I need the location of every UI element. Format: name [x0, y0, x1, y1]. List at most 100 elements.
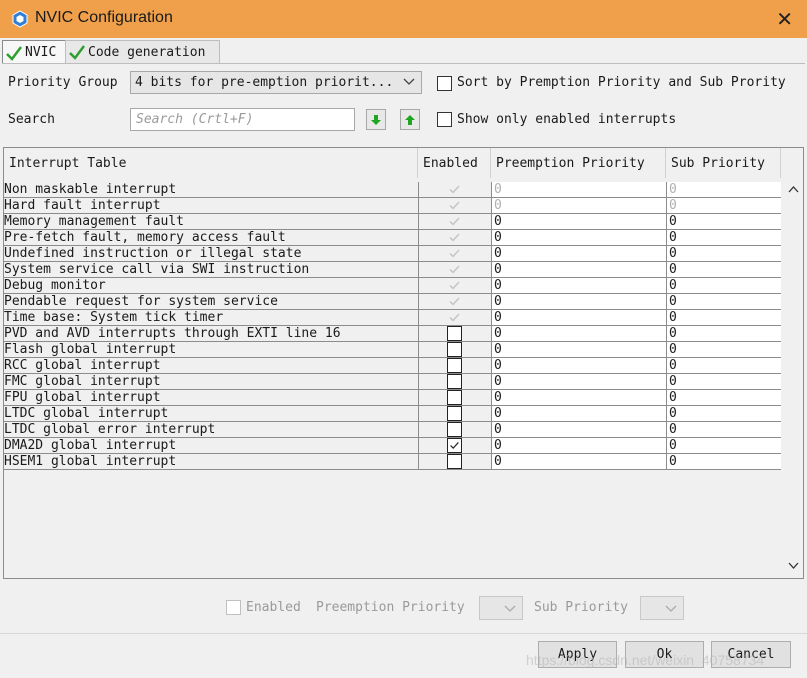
header-preemption-priority[interactable]: Preemption Priority: [491, 148, 666, 178]
preemption-priority-select[interactable]: [479, 596, 523, 620]
sub-priority-cell[interactable]: 0: [666, 406, 781, 421]
table-row[interactable]: LTDC global interrupt 0 0: [4, 406, 781, 422]
enabled-checkbox: [447, 278, 462, 293]
preemption-priority-cell[interactable]: 0: [491, 342, 666, 357]
show-enabled-checkbox[interactable]: [437, 112, 452, 127]
previous-result-button[interactable]: [400, 109, 420, 130]
table-row[interactable]: Non maskable interrupt 0 0: [4, 182, 781, 198]
search-input[interactable]: [130, 108, 355, 131]
tab-nvic[interactable]: NVIC: [2, 40, 70, 64]
sub-priority-select[interactable]: [640, 596, 684, 620]
scroll-down-icon[interactable]: [788, 562, 799, 570]
sub-priority-cell[interactable]: 0: [666, 310, 781, 325]
preemption-priority-cell[interactable]: 0: [491, 262, 666, 277]
sub-priority-cell[interactable]: 0: [666, 198, 781, 213]
interrupt-name: Pre-fetch fault, memory access fault: [4, 230, 286, 245]
enabled-checkbox[interactable]: [447, 422, 462, 437]
tab-code-generation[interactable]: Code generation: [65, 40, 220, 63]
sub-priority-cell[interactable]: 0: [666, 438, 781, 453]
sub-priority-cell[interactable]: 0: [666, 390, 781, 405]
preemption-priority-cell[interactable]: 0: [491, 406, 666, 421]
enabled-checkbox[interactable]: [447, 374, 462, 389]
sub-priority-cell[interactable]: 0: [666, 182, 781, 197]
sub-priority-cell[interactable]: 0: [666, 374, 781, 389]
table-row[interactable]: Pre-fetch fault, memory access fault 0 0: [4, 230, 781, 246]
enabled-cell: [418, 406, 491, 421]
header-sub-priority[interactable]: Sub Priority: [666, 148, 781, 178]
preemption-priority-cell[interactable]: 0: [491, 326, 666, 341]
preemption-priority-cell[interactable]: 0: [491, 438, 666, 453]
table-row[interactable]: Debug monitor 0 0: [4, 278, 781, 294]
enabled-checkbox[interactable]: [447, 326, 462, 341]
interrupt-name: FPU global interrupt: [4, 390, 161, 405]
sub-priority-cell[interactable]: 0: [666, 422, 781, 437]
preemption-priority-cell[interactable]: 0: [491, 230, 666, 245]
table-row[interactable]: RCC global interrupt 0 0: [4, 358, 781, 374]
sub-priority-cell[interactable]: 0: [666, 358, 781, 373]
enabled-checkbox[interactable]: [447, 358, 462, 373]
preemption-priority-cell[interactable]: 0: [491, 198, 666, 213]
table-row[interactable]: Undefined instruction or illegal state 0 0: [4, 246, 781, 262]
table-row[interactable]: Memory management fault 0 0: [4, 214, 781, 230]
table-row[interactable]: HSEM1 global interrupt 0 0: [4, 454, 781, 470]
enabled-cell: [418, 246, 491, 261]
sub-priority-cell[interactable]: 0: [666, 454, 781, 469]
preemption-priority-cell[interactable]: 0: [491, 390, 666, 405]
arrow-up-green-icon: [405, 114, 415, 125]
sub-priority-cell[interactable]: 0: [666, 278, 781, 293]
green-check-icon: [6, 45, 22, 61]
cancel-button[interactable]: Cancel: [711, 641, 791, 668]
preemption-priority-cell[interactable]: 0: [491, 214, 666, 229]
preemption-priority-cell[interactable]: 0: [491, 246, 666, 261]
apply-button[interactable]: Apply: [538, 641, 617, 668]
interrupt-name: Pendable request for system service: [4, 294, 278, 309]
enabled-cell: [418, 230, 491, 245]
table-row[interactable]: Flash global interrupt 0 0: [4, 342, 781, 358]
preemption-priority-cell[interactable]: 0: [491, 358, 666, 373]
enabled-checkbox: [447, 198, 462, 213]
sub-priority-cell[interactable]: 0: [666, 326, 781, 341]
cube-app-icon: [12, 10, 28, 28]
table-row[interactable]: DMA2D global interrupt 0 0: [4, 438, 781, 454]
preemption-priority-cell[interactable]: 0: [491, 278, 666, 293]
table-row[interactable]: System service call via SWI instruction 0…: [4, 262, 781, 278]
sub-priority-cell[interactable]: 0: [666, 262, 781, 277]
scroll-up-icon[interactable]: [788, 185, 799, 193]
enabled-checkbox[interactable]: [447, 342, 462, 357]
table-row[interactable]: FMC global interrupt 0 0: [4, 374, 781, 390]
sub-priority-cell[interactable]: 0: [666, 246, 781, 261]
enabled-cell: [418, 438, 491, 453]
sub-priority-cell[interactable]: 0: [666, 294, 781, 309]
enabled-checkbox[interactable]: [447, 406, 462, 421]
enabled-checkbox[interactable]: [447, 390, 462, 405]
show-enabled-label: Show only enabled interrupts: [457, 112, 677, 127]
sub-priority-cell[interactable]: 0: [666, 214, 781, 229]
vertical-scrollbar[interactable]: [784, 178, 803, 578]
table-row[interactable]: PVD and AVD interrupts through EXTI line…: [4, 326, 781, 342]
priority-group-select[interactable]: 4 bits for pre-emption priorit...: [130, 71, 422, 94]
table-row[interactable]: Hard fault interrupt 0 0: [4, 198, 781, 214]
interrupt-name: Undefined instruction or illegal state: [4, 246, 302, 261]
header-enabled[interactable]: Enabled: [418, 148, 491, 178]
sub-priority-cell[interactable]: 0: [666, 230, 781, 245]
table-row[interactable]: Time base: System tick timer 0 0: [4, 310, 781, 326]
enabled-checkbox[interactable]: [447, 438, 462, 453]
preemption-priority-cell[interactable]: 0: [491, 294, 666, 309]
preemption-priority-cell[interactable]: 0: [491, 454, 666, 469]
sort-checkbox[interactable]: [437, 76, 452, 91]
preemption-priority-cell[interactable]: 0: [491, 310, 666, 325]
table-row[interactable]: Pendable request for system service 0 0: [4, 294, 781, 310]
header-interrupt-table[interactable]: Interrupt Table: [4, 148, 418, 178]
next-result-button[interactable]: [366, 109, 386, 130]
selected-enabled-checkbox[interactable]: [226, 600, 241, 615]
tab-code-generation-label: Code generation: [88, 44, 206, 60]
enabled-checkbox[interactable]: [447, 454, 462, 469]
sub-priority-cell[interactable]: 0: [666, 342, 781, 357]
preemption-priority-cell[interactable]: 0: [491, 422, 666, 437]
close-icon[interactable]: ✕: [776, 7, 793, 31]
preemption-priority-cell[interactable]: 0: [491, 374, 666, 389]
ok-button[interactable]: Ok: [625, 641, 704, 668]
table-row[interactable]: FPU global interrupt 0 0: [4, 390, 781, 406]
preemption-priority-cell[interactable]: 0: [491, 182, 666, 197]
table-row[interactable]: LTDC global error interrupt 0 0: [4, 422, 781, 438]
